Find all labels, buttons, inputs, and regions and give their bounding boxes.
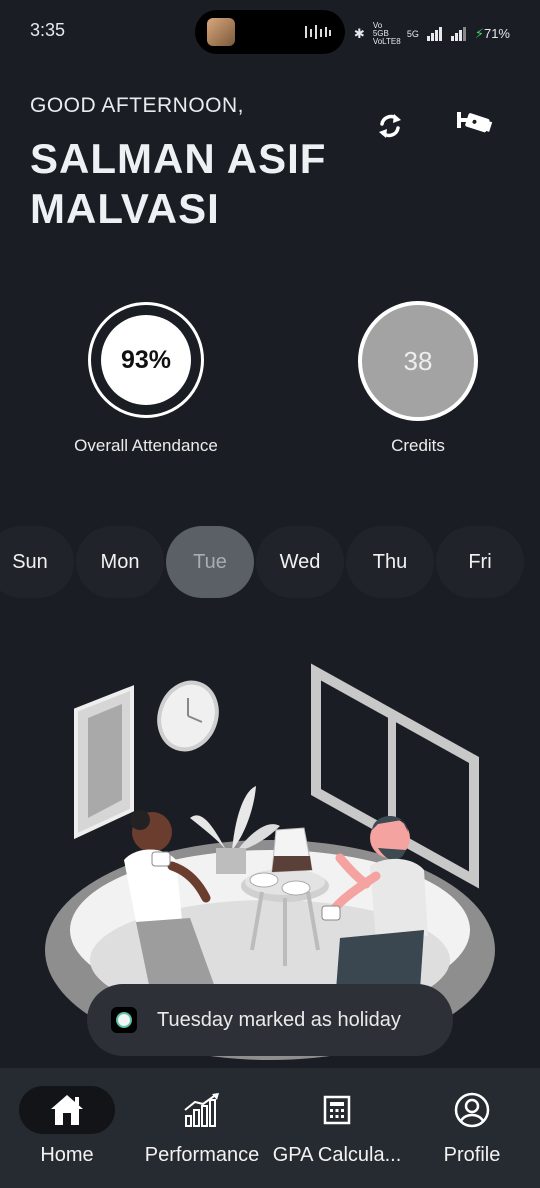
- nav-home-label: Home: [40, 1144, 94, 1166]
- user-name: SALMAN ASIF MALVASI: [30, 135, 327, 232]
- refresh-icon: [379, 114, 401, 138]
- day-label: Sun: [12, 550, 48, 573]
- media-thumbnail: [207, 18, 235, 46]
- nav-gpa-icon-wrap: [289, 1086, 385, 1134]
- bottom-navigation: Home Performance GPA Calcula... Profile: [0, 1068, 540, 1188]
- greeting-text: GOOD AFTERNOON,: [30, 94, 245, 117]
- nav-profile-label: Profile: [443, 1144, 501, 1166]
- cctv-camera-icon: [457, 112, 493, 133]
- signal-icon-2: [450, 27, 466, 41]
- app-logo-icon: [111, 1007, 137, 1033]
- battery-percent: 71%: [483, 26, 510, 41]
- profile-icon: [454, 1092, 490, 1128]
- refresh-button[interactable]: [368, 104, 412, 148]
- nav-profile-icon-wrap: [424, 1086, 520, 1134]
- audio-wave-icon: [305, 25, 331, 39]
- nav-performance-icon-wrap: [154, 1086, 250, 1134]
- day-chip-thu[interactable]: Thu: [346, 526, 434, 598]
- day-chip-fri[interactable]: Fri: [436, 526, 524, 598]
- attendance-ring[interactable]: 93%: [88, 302, 204, 418]
- nav-performance[interactable]: Performance: [138, 1068, 266, 1188]
- nav-gpa-calculator[interactable]: GPA Calcula...: [270, 1068, 404, 1188]
- nav-profile[interactable]: Profile: [424, 1068, 520, 1188]
- day-label: Tue: [193, 550, 227, 573]
- credits-circle[interactable]: 38: [358, 301, 478, 421]
- nav-home[interactable]: Home: [18, 1068, 116, 1188]
- credits-label: Credits: [391, 436, 445, 455]
- signal-icon: [426, 27, 442, 41]
- cctv-button[interactable]: [452, 104, 496, 148]
- network-label: Vo 5GB VoLTE8: [372, 21, 401, 46]
- nav-home-indicator: [19, 1086, 115, 1134]
- nav-performance-label: Performance: [144, 1144, 260, 1166]
- day-label: Mon: [100, 550, 140, 573]
- day-chip-mon[interactable]: Mon: [76, 526, 164, 598]
- day-selector: Sun Mon Tue Wed Thu Fri: [0, 526, 540, 598]
- bar-chart-icon: [184, 1093, 219, 1127]
- charging-icon: ⚡: [474, 26, 484, 41]
- nav-gpa-label: GPA Calcula...: [272, 1144, 402, 1166]
- calculator-icon: [323, 1095, 351, 1125]
- day-label: Wed: [279, 550, 321, 573]
- status-time: 3:35: [30, 20, 66, 40]
- day-chip-wed[interactable]: Wed: [256, 526, 344, 598]
- attendance-label: Overall Attendance: [74, 436, 218, 455]
- day-chip-tue[interactable]: Tue: [166, 526, 254, 598]
- credits-value: 38: [403, 345, 433, 376]
- toast-notification: Tuesday marked as holiday: [87, 984, 453, 1056]
- dynamic-island: [195, 10, 345, 54]
- signal-5g-label: 5G: [406, 29, 419, 39]
- bluetooth-icon: ✱: [353, 26, 365, 41]
- day-chip-sun[interactable]: Sun: [0, 526, 74, 598]
- status-icons: ✱ Vo 5GB VoLTE8 5G ⚡71%: [354, 22, 510, 46]
- attendance-value: 93%: [101, 315, 191, 405]
- toast-message: Tuesday marked as holiday: [157, 1008, 401, 1031]
- day-label: Fri: [468, 550, 492, 573]
- home-icon: [51, 1095, 83, 1125]
- day-label: Thu: [372, 550, 408, 573]
